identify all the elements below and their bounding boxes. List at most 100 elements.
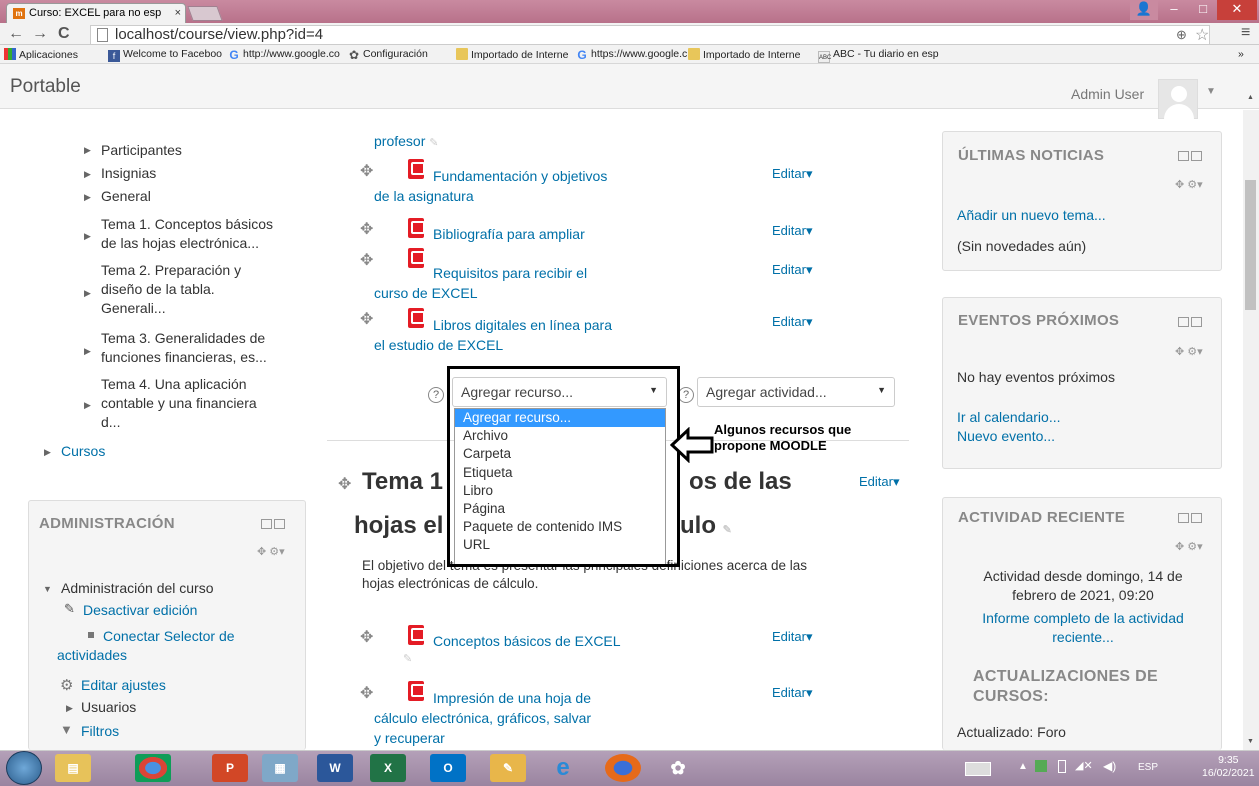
volume-icon[interactable]: ◀): [1103, 759, 1116, 773]
firefox-icon[interactable]: [605, 754, 641, 782]
move-icon[interactable]: ✥: [338, 474, 351, 494]
edit-menu[interactable]: Editar▾: [772, 262, 813, 278]
browser-tab[interactable]: m Curso: EXCEL para no esp ×: [6, 3, 186, 23]
block-dock-icon[interactable]: [1176, 316, 1202, 328]
edit-label[interactable]: Editar: [859, 474, 893, 489]
block-dock-icon[interactable]: [1176, 150, 1202, 162]
expand-triangle-icon[interactable]: ▶: [84, 231, 91, 242]
nav-item-insignias[interactable]: Insignias: [101, 164, 156, 183]
edit-menu[interactable]: Editar▾: [772, 685, 813, 701]
nav-item-cursos[interactable]: Cursos: [61, 442, 105, 461]
edit-title-pencil-icon[interactable]: ✎: [723, 524, 732, 536]
resource-fragment[interactable]: profesor ✎: [374, 131, 438, 153]
new-tab-button[interactable]: [187, 6, 223, 21]
block-move-settings-icon[interactable]: ✥ ⚙▾: [1175, 540, 1203, 553]
desactivar-edicion-link[interactable]: Desactivar edición: [83, 602, 197, 618]
language-indicator[interactable]: ESP: [1138, 762, 1158, 773]
ir-calendario-link[interactable]: Ir al calendario...: [957, 409, 1061, 425]
collapse-triangle-icon[interactable]: ▼: [43, 584, 52, 594]
profesor-link[interactable]: profesor: [374, 133, 425, 149]
windows-start-button[interactable]: [6, 751, 42, 785]
address-bar[interactable]: localhost/course/view.php?id=4: [90, 25, 1210, 45]
paint2-icon[interactable]: ✿: [660, 754, 696, 782]
admin-item-filtros[interactable]: Filtros: [81, 722, 119, 741]
expand-triangle-icon[interactable]: ▶: [66, 703, 73, 714]
move-icon[interactable]: ✥: [360, 309, 373, 329]
move-icon[interactable]: ✥: [360, 161, 373, 181]
editar-ajustes-link[interactable]: Editar ajustes: [81, 677, 166, 693]
taskbar-clock[interactable]: 9:35 16/02/2021: [1202, 754, 1255, 780]
calendar-link[interactable]: Ir al calendario...: [957, 409, 1061, 425]
edit-menu[interactable]: Editar▾: [859, 474, 900, 490]
keyboard-icon[interactable]: [965, 762, 991, 776]
edit-label[interactable]: Editar: [772, 262, 806, 277]
move-icon[interactable]: ✥: [360, 627, 373, 647]
block-dock-icon[interactable]: [1176, 512, 1202, 524]
calculator-icon[interactable]: ▦: [262, 754, 298, 782]
forward-arrow-icon[interactable]: →: [32, 26, 48, 42]
add-activity-select[interactable]: Agregar actividad... ▼: [697, 377, 895, 407]
resource-link-impresion[interactable]: Impresión de una hoja de cálculo electró…: [374, 688, 714, 748]
tab-close-icon[interactable]: ×: [175, 7, 181, 19]
recent-report-link[interactable]: Informe completo de la actividad recient…: [982, 610, 1184, 645]
outlook-icon[interactable]: O: [430, 754, 466, 782]
bookmark-item[interactable]: f Welcome to Faceboo: [108, 48, 222, 62]
expand-triangle-icon[interactable]: ▶: [84, 288, 91, 299]
chrome-icon[interactable]: [135, 754, 171, 782]
minimize-button[interactable]: –: [1160, 0, 1188, 20]
scroll-down-icon[interactable]: ▼: [1247, 738, 1254, 745]
filtros-link[interactable]: Filtros: [81, 723, 119, 739]
expand-triangle-icon[interactable]: ▶: [84, 192, 91, 203]
expand-triangle-icon[interactable]: ▶: [84, 145, 91, 156]
bookmark-star-icon[interactable]: ☆: [1195, 25, 1209, 45]
nav-item-tema-3[interactable]: Tema 3. Generalidades de funciones finan…: [101, 329, 267, 367]
bookmark-item[interactable]: ✿ Configuración: [348, 48, 428, 61]
edit-label[interactable]: Editar: [772, 314, 806, 329]
ie-icon[interactable]: e: [545, 754, 581, 782]
bookmark-item[interactable]: Ghttps://www.google.c: [576, 48, 687, 61]
block-move-settings-icon[interactable]: ✥ ⚙▾: [257, 545, 285, 558]
close-window-button[interactable]: ✕: [1217, 0, 1257, 20]
edit-menu[interactable]: Editar▾: [772, 223, 813, 239]
bookmark-item[interactable]: Importado de Interne: [456, 48, 568, 61]
block-move-settings-icon[interactable]: ✥ ⚙▾: [1175, 178, 1203, 191]
nav-item-participantes[interactable]: Participantes: [101, 141, 182, 160]
bookmark-item[interactable]: ABC ABC - Tu diario en esp: [818, 48, 939, 63]
admin-item-conectar[interactable]: Conectar Selector de actividades: [57, 627, 277, 665]
move-icon[interactable]: ✥: [360, 683, 373, 703]
scroll-up-icon[interactable]: ▲: [1247, 94, 1254, 101]
explorer-icon[interactable]: ▤: [55, 754, 91, 782]
new-event-link[interactable]: Nuevo evento...: [957, 428, 1055, 444]
browser-menu-icon[interactable]: ≡: [1241, 24, 1250, 42]
zoom-icon[interactable]: ⊕: [1176, 27, 1187, 43]
cursos-link[interactable]: Cursos: [61, 443, 105, 459]
resource-link-libros[interactable]: Libros digitales en línea para el estudi…: [374, 315, 664, 355]
edit-label[interactable]: Editar: [772, 223, 806, 238]
resource-link-bibliografia[interactable]: Bibliografía para ampliar: [433, 224, 585, 244]
tray-expand-icon[interactable]: ▲: [1018, 761, 1028, 772]
expand-triangle-icon[interactable]: ▶: [84, 346, 91, 357]
admin-item-editar[interactable]: Editar ajustes: [81, 676, 166, 695]
resource-link-requisitos[interactable]: Requisitos para recibir el curso de EXCE…: [374, 263, 664, 303]
bookmark-item[interactable]: Importado de Interne: [688, 48, 800, 61]
bookmarks-more-icon[interactable]: »: [1238, 48, 1244, 60]
expand-triangle-icon[interactable]: ▶: [84, 169, 91, 180]
edit-menu[interactable]: Editar▾: [772, 166, 813, 182]
network-icon[interactable]: ◢✕: [1075, 759, 1093, 772]
edit-menu[interactable]: Editar▾: [772, 314, 813, 330]
add-topic-link[interactable]: Añadir un nuevo tema...: [957, 207, 1106, 223]
edit-title-pencil-icon[interactable]: ✎: [403, 652, 412, 665]
paint-icon[interactable]: ✎: [490, 754, 526, 782]
resource-link-fundamentacion[interactable]: Fundamentación y objetivos de la asignat…: [374, 166, 664, 206]
tray-app-icon[interactable]: [1035, 760, 1047, 772]
admin-course-item[interactable]: Administración del curso: [61, 579, 214, 598]
block-dock-icon[interactable]: [259, 518, 285, 530]
edit-menu[interactable]: Editar▾: [772, 629, 813, 645]
maximize-button[interactable]: □: [1190, 0, 1216, 20]
powerpoint-icon[interactable]: P: [212, 754, 248, 782]
resource-link-conceptos[interactable]: Conceptos básicos de EXCEL: [433, 631, 621, 651]
user-profile-icon[interactable]: 👤: [1130, 0, 1158, 20]
news-add-link[interactable]: Añadir un nuevo tema...: [957, 207, 1106, 223]
move-icon[interactable]: ✥: [360, 219, 373, 239]
bookmark-item[interactable]: Ghttp://www.google.co: [228, 48, 340, 61]
